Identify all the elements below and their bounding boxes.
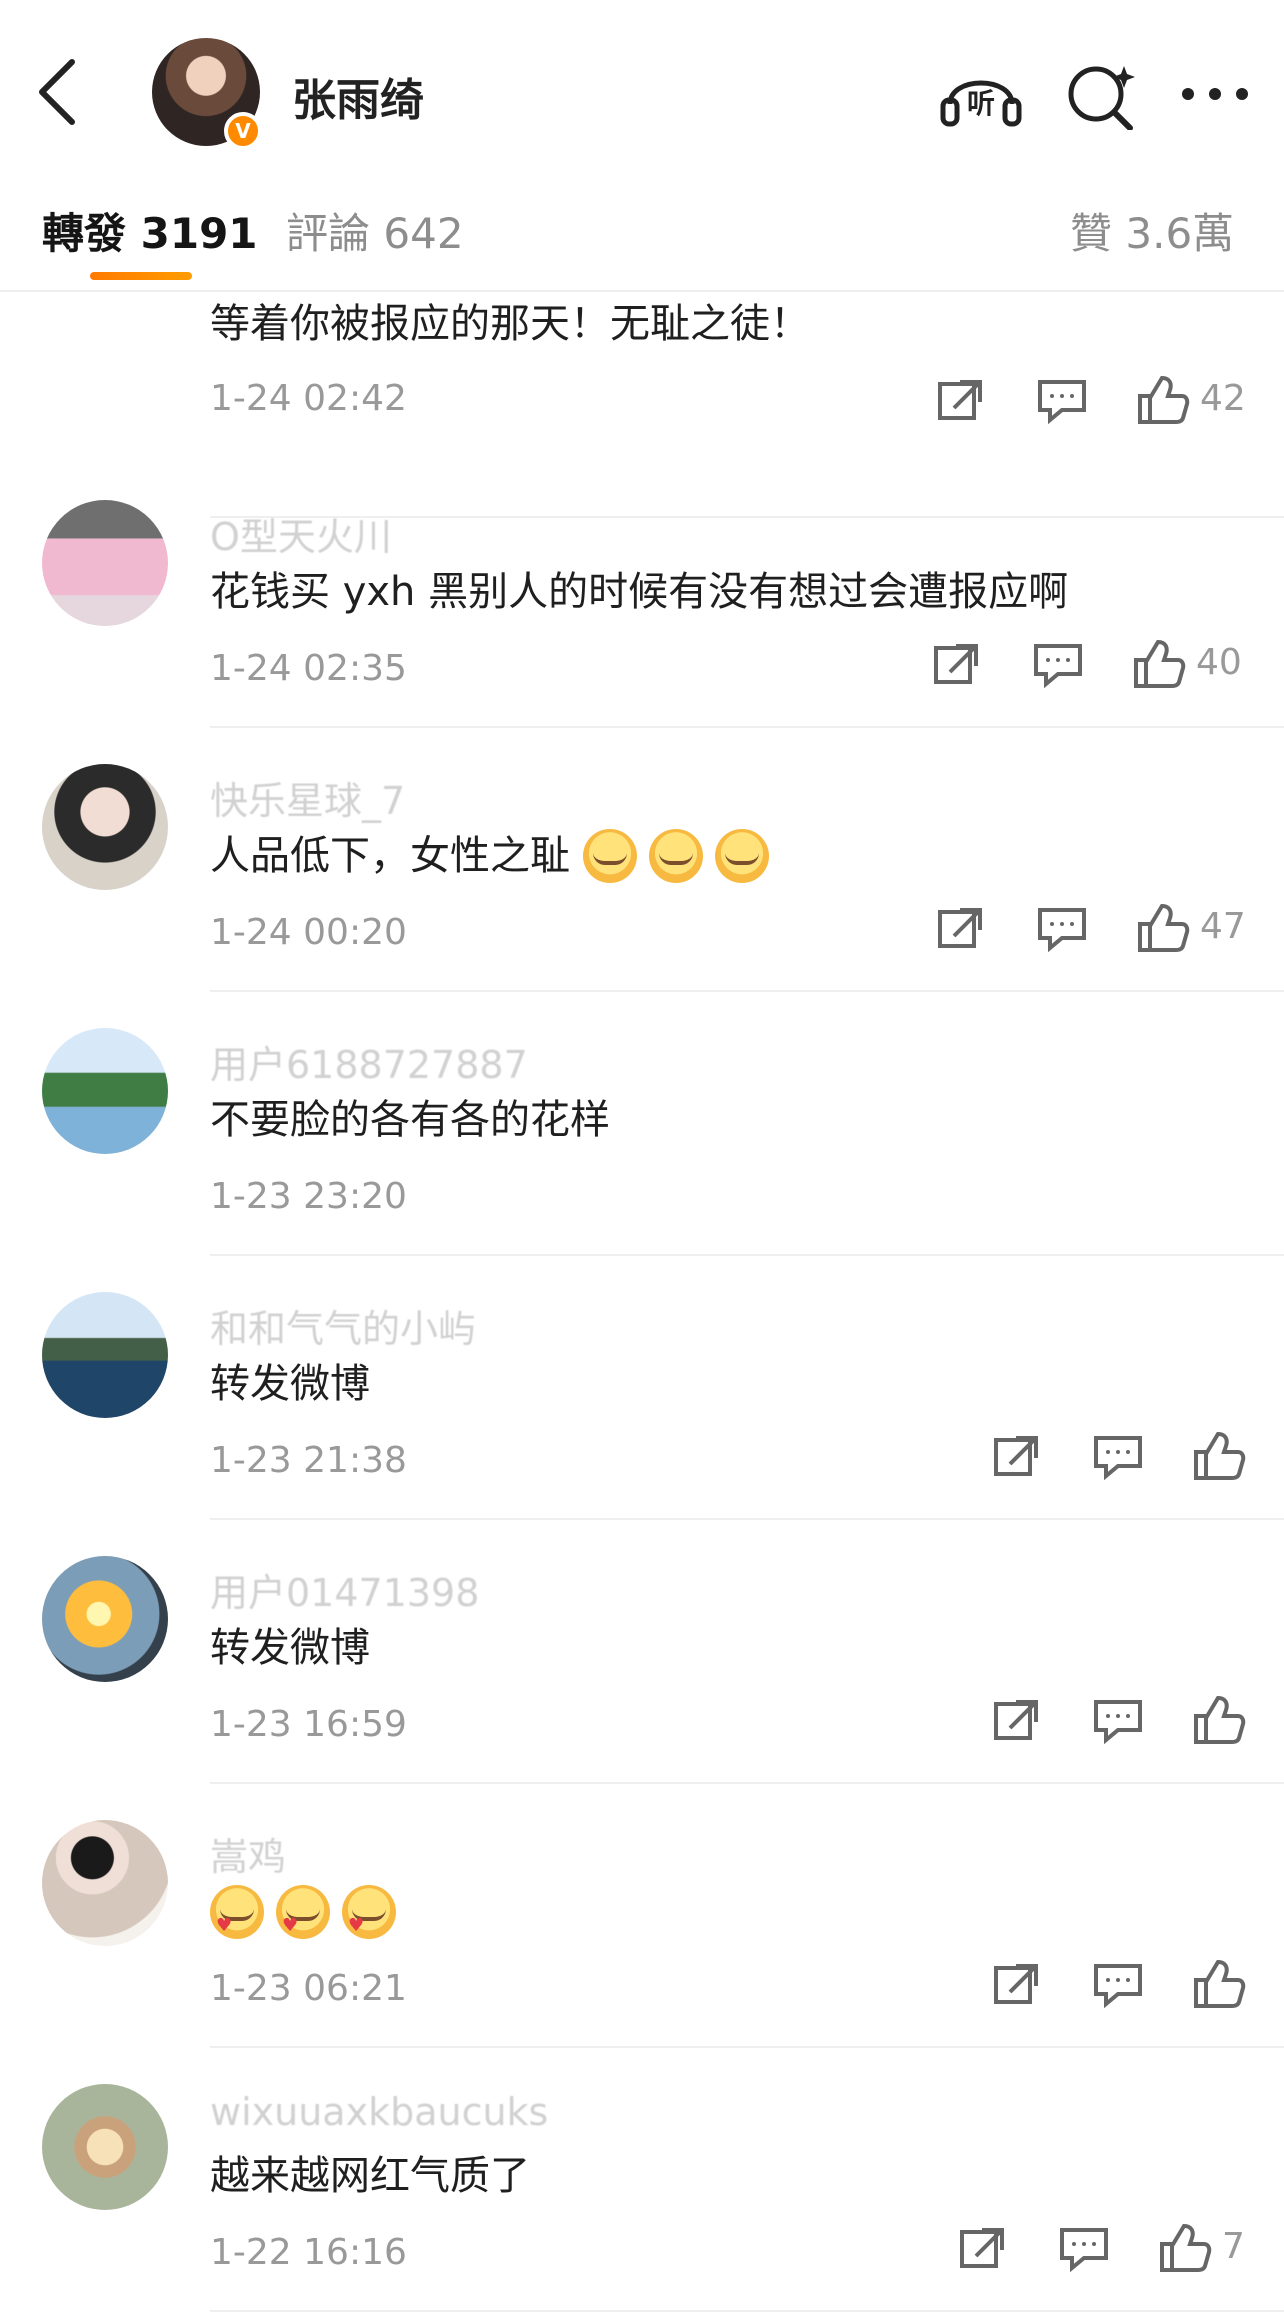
repost-icon[interactable] — [988, 1426, 1048, 1486]
repost-icon[interactable] — [932, 898, 992, 958]
comment-time: 1-23 21:38 — [210, 1440, 407, 1481]
list-item: 快乐星球_7 人品低下，女性之耻 1-24 00:20 47 — [0, 728, 1284, 992]
comment-time: 1-24 02:35 — [210, 648, 407, 689]
comment-icon[interactable] — [1088, 1426, 1148, 1486]
avatar[interactable] — [42, 1292, 168, 1418]
nickname[interactable]: 用户01471398 — [210, 1562, 479, 1617]
comment-text: 不要脸的各有各的花样 — [210, 1097, 610, 1143]
nickname[interactable]: 和和气气的小屿 — [210, 1298, 476, 1353]
avatar[interactable] — [42, 2084, 168, 2210]
back-icon[interactable] — [30, 52, 86, 132]
tab-repost-count: 3191 — [140, 209, 258, 258]
nickname[interactable]: 用户6188727887 — [210, 1034, 528, 1089]
top-header: V 张雨绮 听 — [0, 0, 1284, 159]
blush-heart-emoji-icon: ♥ — [342, 1885, 396, 1939]
avatar[interactable] — [42, 1556, 168, 1682]
avatar[interactable] — [42, 1028, 168, 1154]
like-count: 42 — [1200, 378, 1246, 419]
avatar[interactable] — [42, 500, 168, 626]
like-icon[interactable] — [1188, 1690, 1248, 1750]
search-ai-icon[interactable] — [1058, 58, 1144, 130]
grin-emoji-icon — [582, 829, 637, 883]
comment-text: 转发微博 — [210, 1625, 370, 1671]
tab-like-count: 3.6萬 — [1125, 209, 1235, 258]
comment-text: 越来越网红气质了 — [210, 2153, 530, 2199]
grin-emoji-icon — [648, 829, 703, 883]
listen-icon[interactable]: 听 — [938, 58, 1024, 130]
more-icon[interactable] — [1172, 58, 1258, 130]
list-item: 和和气气的小屿 转发微博 1-23 21:38 — [0, 1256, 1284, 1520]
active-tab-indicator — [90, 272, 192, 280]
repost-icon[interactable] — [954, 2218, 1014, 2278]
like-icon[interactable] — [1132, 370, 1192, 430]
comment-text-value: 人品低下，女性之耻 — [210, 833, 570, 879]
comment-text: 人品低下，女性之耻 — [210, 828, 781, 885]
comment-icon[interactable] — [1088, 1690, 1148, 1750]
comment-time: 1-22 16:16 — [210, 2232, 407, 2273]
like-count: 47 — [1200, 906, 1246, 947]
list-item: 用户01471398 转发微博 1-23 16:59 — [0, 1520, 1284, 1784]
comment-icon[interactable] — [1054, 2218, 1114, 2278]
comment-time: 1-24 02:42 — [210, 378, 407, 419]
nickname[interactable]: O型天火川 — [210, 506, 392, 561]
list-item: wixuuaxkbaucuks 越来越网红气质了 1-22 16:16 7 — [0, 2048, 1284, 2312]
comment-tabs: 轉發 3191 評論 642 贊 3.6萬 — [0, 158, 1284, 292]
nickname[interactable]: 嵩鸡 — [210, 1826, 286, 1881]
like-icon[interactable] — [1188, 1426, 1248, 1486]
avatar[interactable] — [42, 764, 168, 890]
tab-repost-label: 轉發 — [42, 209, 127, 258]
repost-icon[interactable] — [928, 634, 988, 694]
nickname[interactable]: wixuuaxkbaucuks — [210, 2090, 548, 2134]
comment-time: 1-23 06:21 — [210, 1968, 407, 2009]
comment-emojis: ♥ ♥ ♥ — [210, 1884, 408, 1941]
verified-badge: V — [224, 112, 262, 150]
tab-like[interactable]: 贊 3.6萬 — [1070, 200, 1234, 261]
listen-label: 听 — [967, 87, 995, 120]
profile-name[interactable]: 张雨绮 — [292, 64, 424, 128]
comment-icon[interactable] — [1088, 1954, 1148, 2014]
like-count: 7 — [1222, 2226, 1245, 2267]
comment-time: 1-23 16:59 — [210, 1704, 407, 1745]
tab-comment[interactable]: 評論 642 — [286, 200, 464, 261]
like-icon[interactable] — [1132, 898, 1192, 958]
comment-text: 等着你被报应的那天！无耻之徒！ — [210, 301, 810, 347]
list-item: O型天火川 花钱买 yxh 黑别人的时候有没有想过会遭报应啊 1-24 02:3… — [0, 464, 1284, 728]
blush-heart-emoji-icon: ♥ — [210, 1885, 264, 1939]
like-icon[interactable] — [1128, 634, 1188, 694]
repost-list[interactable]: 等着你被报应的那天！无耻之徒！ 1-24 02:42 42 O型天火川 花钱买 … — [0, 290, 1284, 2320]
like-count: 40 — [1196, 642, 1242, 683]
tab-like-label: 贊 — [1070, 209, 1113, 258]
nickname[interactable]: 快乐星球_7 — [210, 770, 405, 825]
comment-icon[interactable] — [1028, 634, 1088, 694]
comment-icon[interactable] — [1032, 898, 1092, 958]
repost-icon[interactable] — [988, 1690, 1048, 1750]
repost-icon[interactable] — [988, 1954, 1048, 2014]
comment-text: 转发微博 — [210, 1361, 370, 1407]
tab-comment-label: 評論 — [286, 209, 371, 258]
like-icon[interactable] — [1154, 2218, 1214, 2278]
like-icon[interactable] — [1188, 1954, 1248, 2014]
tab-repost[interactable]: 轉發 3191 — [42, 200, 258, 261]
grin-emoji-icon — [714, 829, 769, 883]
blush-heart-emoji-icon: ♥ — [276, 1885, 330, 1939]
comment-icon[interactable] — [1032, 370, 1092, 430]
list-item: 嵩鸡 ♥ ♥ ♥ 1-23 06:21 — [0, 1784, 1284, 2048]
comment-text: 花钱买 yxh 黑别人的时候有没有想过会遭报应啊 — [210, 569, 1069, 615]
comment-time: 1-23 23:20 — [210, 1176, 407, 1217]
comment-time: 1-24 00:20 — [210, 912, 407, 953]
tab-comment-count: 642 — [383, 209, 464, 258]
list-item: 用户6188727887 不要脸的各有各的花样 1-23 23:20 — [0, 992, 1284, 1256]
repost-icon[interactable] — [932, 370, 992, 430]
avatar[interactable] — [42, 1820, 168, 1946]
divider — [210, 2310, 1284, 2312]
